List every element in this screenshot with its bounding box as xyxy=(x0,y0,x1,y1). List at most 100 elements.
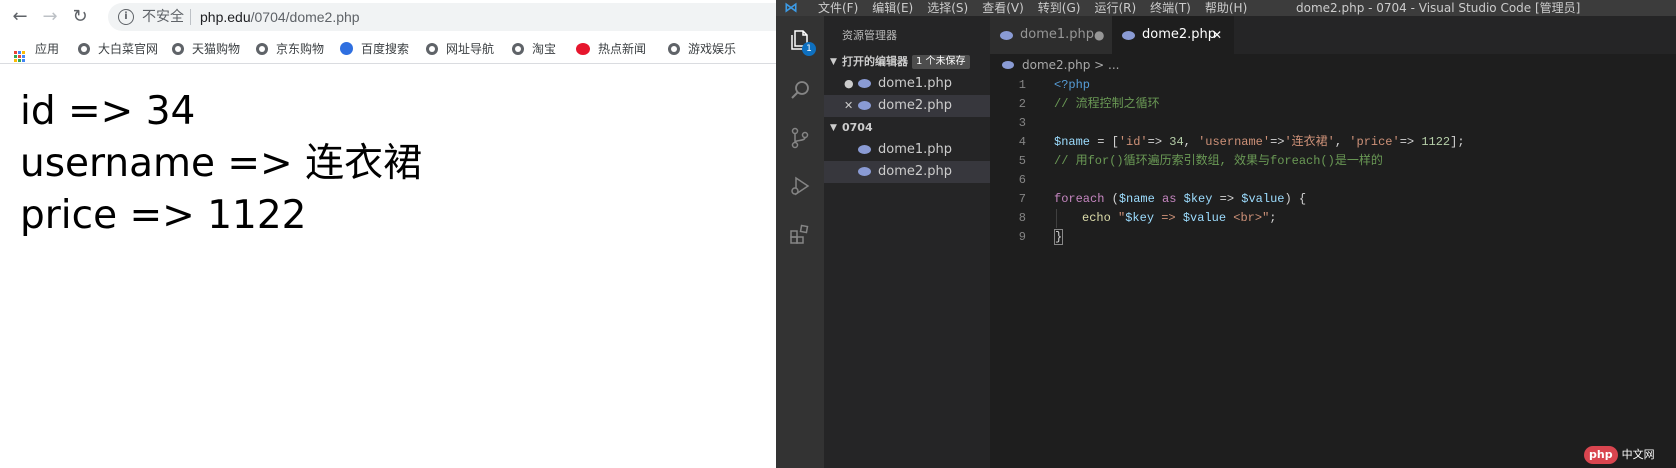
menu-run[interactable]: 运行(R) xyxy=(1094,0,1136,16)
insecure-label[interactable]: 不安全 xyxy=(142,8,184,26)
code-token: ]; xyxy=(1450,135,1465,149)
dirty-dot-icon[interactable]: ● xyxy=(1094,16,1104,54)
forward-arrow-icon[interactable]: → xyxy=(40,8,60,26)
explorer-icon[interactable]: 1 xyxy=(788,28,816,56)
run-debug-icon[interactable] xyxy=(788,174,812,198)
page-output: id => 34 username => 连衣裙 price => 1122 xyxy=(20,86,422,242)
code-token: => xyxy=(1212,192,1242,206)
bookmark-label: 网址导航 xyxy=(446,42,495,56)
weibo-icon xyxy=(576,43,590,55)
tab-dome2[interactable]: dome2.php ✕ xyxy=(1112,16,1234,54)
title-bar: ⋈ 文件(F) 编辑(E) 选择(S) 查看(V) 转到(G) 运行(R) 终端… xyxy=(776,0,1676,16)
line-number: 7 xyxy=(1018,192,1026,206)
code-token: $key xyxy=(1125,211,1155,225)
code-editor[interactable]: 1 2 3 4 5 6 7 8 9 <?php // 流程控制之循环 $name… xyxy=(990,76,1676,468)
close-icon[interactable]: ✕ xyxy=(844,95,853,117)
code-token: $name xyxy=(1054,135,1091,149)
breadcrumb-text[interactable]: dome2.php > ... xyxy=(1022,54,1119,76)
reload-icon[interactable]: ↻ xyxy=(70,8,90,26)
bookmark-item[interactable]: 百度搜索 xyxy=(340,41,409,57)
explorer-sidebar: 资源管理器 ▼ 打开的编辑器 1 个未保存 ● dome1.php ✕ dome… xyxy=(824,16,990,468)
code-token: $value xyxy=(1241,192,1285,206)
menu-edit[interactable]: 编辑(E) xyxy=(872,0,913,16)
menu-selection[interactable]: 选择(S) xyxy=(927,0,968,16)
open-editors-header[interactable]: ▼ 打开的编辑器 1 个未保存 xyxy=(824,51,990,73)
folder-file-item-selected[interactable]: dome2.php xyxy=(824,161,990,183)
code-comment: // 用for()循环遍历索引数组, 效果与foreach()是一样的 xyxy=(1054,154,1383,168)
address-divider xyxy=(190,9,191,25)
file-name: dome2.php xyxy=(878,98,953,113)
line-number: 5 xyxy=(1018,154,1026,168)
url-text[interactable]: php.edu/0704/dome2.php xyxy=(200,8,360,26)
folder-file-item[interactable]: dome1.php xyxy=(824,139,990,161)
code-token: '连衣裙' xyxy=(1284,135,1335,149)
baidu-paw-icon xyxy=(340,42,353,55)
info-icon[interactable]: i xyxy=(118,9,134,25)
code-token: 'username' xyxy=(1198,135,1271,149)
window-title: dome2.php - 0704 - Visual Studio Code [管… xyxy=(1296,1,1581,15)
tab-label: dome2.php xyxy=(1142,27,1217,42)
explorer-title: 资源管理器 xyxy=(842,29,897,42)
code-token: = [ xyxy=(1090,135,1119,149)
globe-icon xyxy=(172,43,184,55)
menu-file[interactable]: 文件(F) xyxy=(818,0,858,16)
code-token: => xyxy=(1270,135,1285,149)
code-line-5: // 用for()循环遍历索引数组, 效果与foreach()是一样的 xyxy=(1054,152,1383,171)
breadcrumb: dome2.php > ... xyxy=(990,54,1676,76)
php-file-icon xyxy=(858,167,871,176)
bookmark-apps[interactable]: 应用 xyxy=(14,41,59,62)
menu-terminal[interactable]: 终端(T) xyxy=(1150,0,1191,16)
line-number: 6 xyxy=(1018,173,1026,187)
php-file-icon xyxy=(858,145,871,154)
close-icon[interactable]: ✕ xyxy=(1212,16,1222,54)
bookmark-item[interactable]: 天猫购物 xyxy=(172,41,240,57)
code-token: } xyxy=(1054,229,1064,245)
browser-toolbar: ← → ↻ i 不安全 php.edu/0704/dome2.php xyxy=(0,0,776,34)
vscode-window: ⋈ 文件(F) 编辑(E) 选择(S) 查看(V) 转到(G) 运行(R) 终端… xyxy=(776,0,1676,468)
line-number: 3 xyxy=(1018,116,1026,130)
folder-header[interactable]: ▼ 0704 xyxy=(824,117,990,139)
line-number: 9 xyxy=(1018,230,1026,244)
line-number: 8 xyxy=(1018,211,1026,225)
back-arrow-icon[interactable]: ← xyxy=(10,8,30,26)
menu-help[interactable]: 帮助(H) xyxy=(1205,0,1247,16)
code-token: as xyxy=(1154,192,1184,206)
code-token: , xyxy=(1183,135,1199,149)
code-token: $name xyxy=(1118,192,1155,206)
bookmark-item[interactable]: 网址导航 xyxy=(426,41,494,57)
menu-view[interactable]: 查看(V) xyxy=(982,0,1024,16)
bookmark-item[interactable]: 京东购物 xyxy=(256,41,324,57)
menu-go[interactable]: 转到(G) xyxy=(1038,0,1081,16)
open-editor-item-active[interactable]: ✕ dome2.php xyxy=(824,95,990,117)
code-token: ( xyxy=(1104,192,1119,206)
globe-icon xyxy=(426,43,438,55)
bookmark-item[interactable]: 大白菜官网 xyxy=(78,41,158,57)
code-token: ) { xyxy=(1284,192,1307,206)
bookmark-item[interactable]: 淘宝 xyxy=(512,41,556,57)
extensions-icon[interactable] xyxy=(788,222,812,246)
bookmark-item[interactable]: 游戏娱乐 xyxy=(668,41,736,57)
menu-bar: 文件(F) 编辑(E) 选择(S) 查看(V) 转到(G) 运行(R) 终端(T… xyxy=(818,0,1247,16)
code-token: echo xyxy=(1082,211,1119,225)
code-token: $value xyxy=(1182,211,1227,225)
globe-icon xyxy=(78,43,90,55)
open-editor-item[interactable]: ● dome1.php xyxy=(824,73,990,95)
site-watermark: php 中文网 xyxy=(1584,446,1655,464)
php-file-icon xyxy=(858,101,871,110)
search-icon[interactable] xyxy=(788,78,812,102)
code-token: , xyxy=(1334,135,1350,149)
bookmarks-bar: 应用 大白菜官网 天猫购物 京东购物 百度搜索 网址导航 淘宝 热点新闻 游戏娱… xyxy=(0,34,776,64)
unsaved-badge: 1 xyxy=(802,42,816,56)
chevron-down-icon: ▼ xyxy=(830,123,837,133)
bookmark-item[interactable]: 热点新闻 xyxy=(576,41,646,57)
tab-dome1[interactable]: dome1.php ● xyxy=(990,16,1112,54)
watermark-text: 中文网 xyxy=(1621,448,1655,461)
file-name: dome1.php xyxy=(878,76,953,91)
code-token: 34 xyxy=(1169,135,1184,149)
bookmark-label: 热点新闻 xyxy=(598,42,647,56)
code-token: <br>" xyxy=(1226,211,1270,225)
code-line-1: <?php xyxy=(1054,76,1090,95)
output-line: price => 1122 xyxy=(20,193,307,238)
bookmark-label: 大白菜官网 xyxy=(98,42,159,56)
source-control-icon[interactable] xyxy=(788,126,812,150)
